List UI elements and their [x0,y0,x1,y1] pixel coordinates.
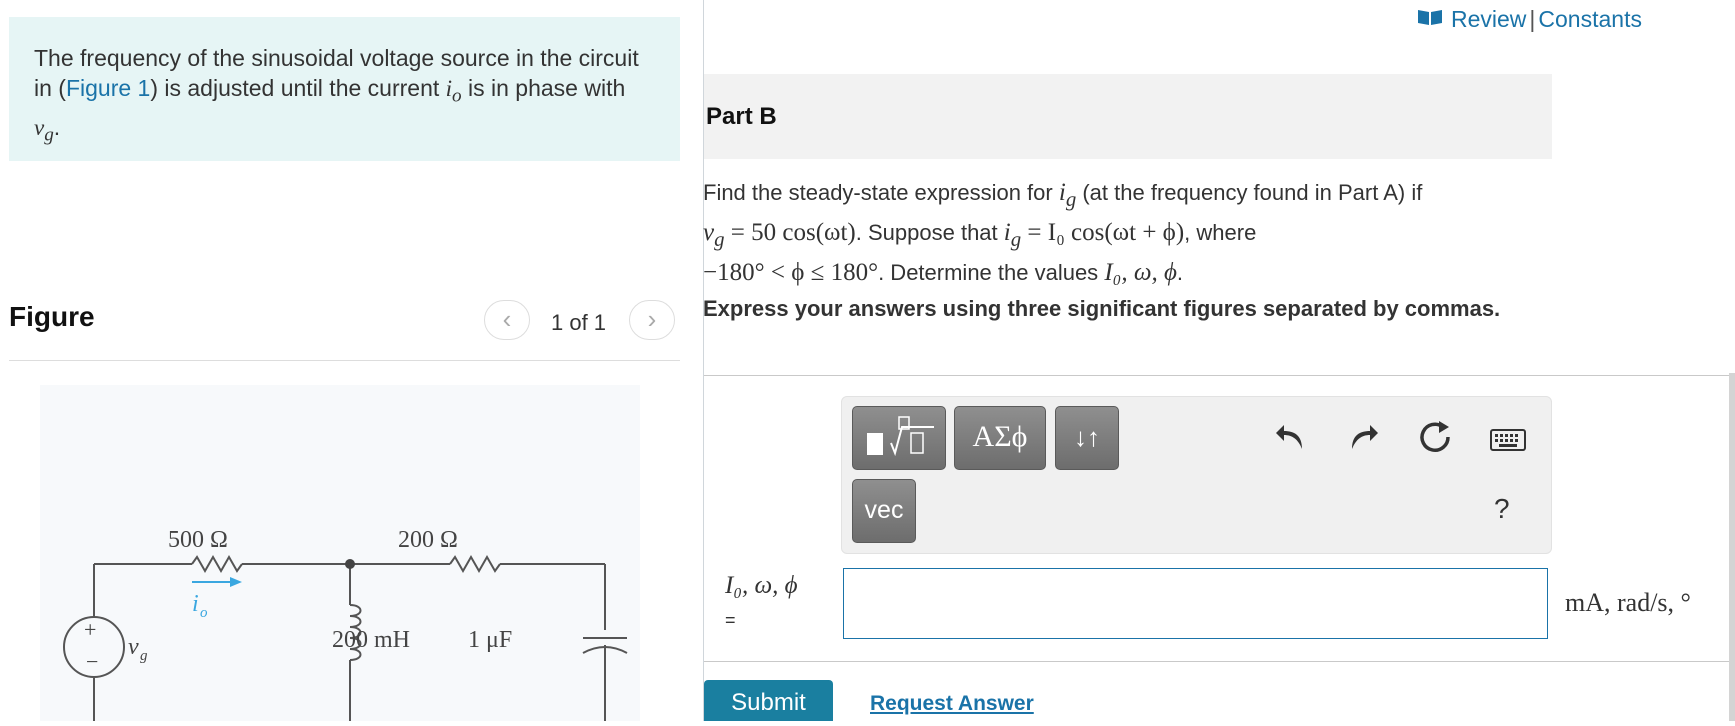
undo-icon[interactable] [1274,419,1308,458]
var-ig-symbol: i [1058,179,1066,206]
redo-icon[interactable] [1346,419,1380,458]
intro-text-4: . [53,113,61,140]
question-text: Find the steady-state expression for ig … [703,176,1563,290]
resistor-200 [449,554,501,574]
constants-link[interactable]: Constants [1538,6,1642,32]
var-vg-q-symbol: v [703,219,715,246]
scrollbar[interactable] [1729,373,1735,721]
var-ig-2: ig [1003,219,1021,251]
greek-symbols-button[interactable]: ΑΣϕ [954,406,1046,470]
label-capacitor: 1 μF [468,627,512,653]
figure-counter: 1 of 1 [551,310,607,335]
answer-instruction: Express your answers using three signifi… [703,296,1501,321]
var-vg-subscript: g [44,124,54,146]
label-current: i [192,591,199,617]
q-text-a1: Find the steady-state expression for [703,180,1059,205]
request-answer-link[interactable]: Request Answer [870,692,1034,716]
intro-text-3: is in phase with [461,75,626,101]
q-text-b2: . Suppose that [855,220,1004,245]
question-line-3: −180° < ϕ ≤ 180°. Determine the values I… [703,256,1563,290]
answer-label: I₀, ω, ϕ [725,572,798,599]
label-r2: 200 Ω [398,527,458,553]
reset-icon[interactable] [1417,419,1453,460]
figure-header: Figure ‹ 1 of 1 › [9,298,680,361]
q-math-c1: −180° < ϕ ≤ 180° [703,259,879,286]
var-io: io [446,76,462,107]
left-panel: The frequency of the sinusoidal voltage … [0,0,700,721]
label-current-sub: o [200,605,208,621]
link-separator: | [1529,6,1536,32]
resistor-500 [191,554,243,574]
review-link[interactable]: Review [1451,6,1526,32]
q-math-b3: = I₀ cos(ωt + ϕ) [1021,219,1185,246]
templates-button[interactable] [852,406,946,470]
figure-link[interactable]: Figure 1 [66,75,150,101]
q-text-c2: . Determine the values [878,260,1105,285]
var-ig-2-symbol: i [1003,219,1011,246]
circuit-diagram: 500 Ω 200 Ω 200 mH 1 μF + − v g i o [63,527,628,721]
var-ig-subscript: g [1065,187,1077,211]
figure-title: Figure [9,301,95,332]
var-ig: ig [1058,179,1076,211]
var-vg-q: vg [703,219,725,251]
q-text-c4: . [1176,260,1184,285]
templates-icon [867,416,934,457]
answer-input[interactable] [843,568,1548,639]
circuit-figure: 500 Ω 200 Ω 200 mH 1 μF + − v g i o [40,385,640,721]
var-ig-2-subscript: g [1010,227,1022,251]
figure-prev-button[interactable]: ‹ [484,300,530,340]
label-plus: + [84,617,96,642]
help-button[interactable]: ? [1494,493,1510,525]
problem-intro: The frequency of the sinusoidal voltage … [9,17,680,161]
label-source: v [128,634,139,660]
submit-button[interactable]: Submit [704,680,833,721]
var-vg: vg [34,114,54,146]
part-header: Part B [704,74,1552,159]
intro-text-2: ) is adjusted until the current [150,75,446,101]
current-arrowhead [230,577,242,587]
label-r1: 500 Ω [168,527,228,553]
part-title: Part B [706,103,777,130]
answer-units: mA, rad/s, ° [1565,588,1691,617]
var-vg-q-subscript: g [714,227,725,251]
top-links: Review | Constants [1417,6,1642,33]
vector-button[interactable]: vec [852,479,916,543]
q-text-a2: (at the frequency found in Part A) if [1076,180,1423,205]
question-line-2: vg = 50 cos(ωt). Suppose that ig = I₀ co… [703,216,1563,256]
junction-dot [345,559,355,569]
keyboard-icon[interactable] [1490,429,1526,456]
var-io-subscript: o [452,85,462,107]
question-line-1: Find the steady-state expression for ig … [703,176,1563,216]
q-text-b4: , where [1184,220,1257,245]
figure-next-button[interactable]: › [629,300,675,340]
var-vg-symbol: v [34,114,45,140]
q-math-b1: = 50 cos(ωt) [724,219,856,246]
label-inductor: 200 mH [332,627,410,653]
arrows-button[interactable]: ↓↑ [1055,406,1119,470]
answer-equals: = [725,610,736,630]
book-icon [1417,5,1443,32]
label-source-sub: g [140,648,148,664]
q-math-c3: I₀, ω, ϕ [1104,259,1177,286]
label-minus: − [86,649,98,674]
math-toolbar: ΑΣϕ ↓↑ vec ? [841,396,1552,554]
